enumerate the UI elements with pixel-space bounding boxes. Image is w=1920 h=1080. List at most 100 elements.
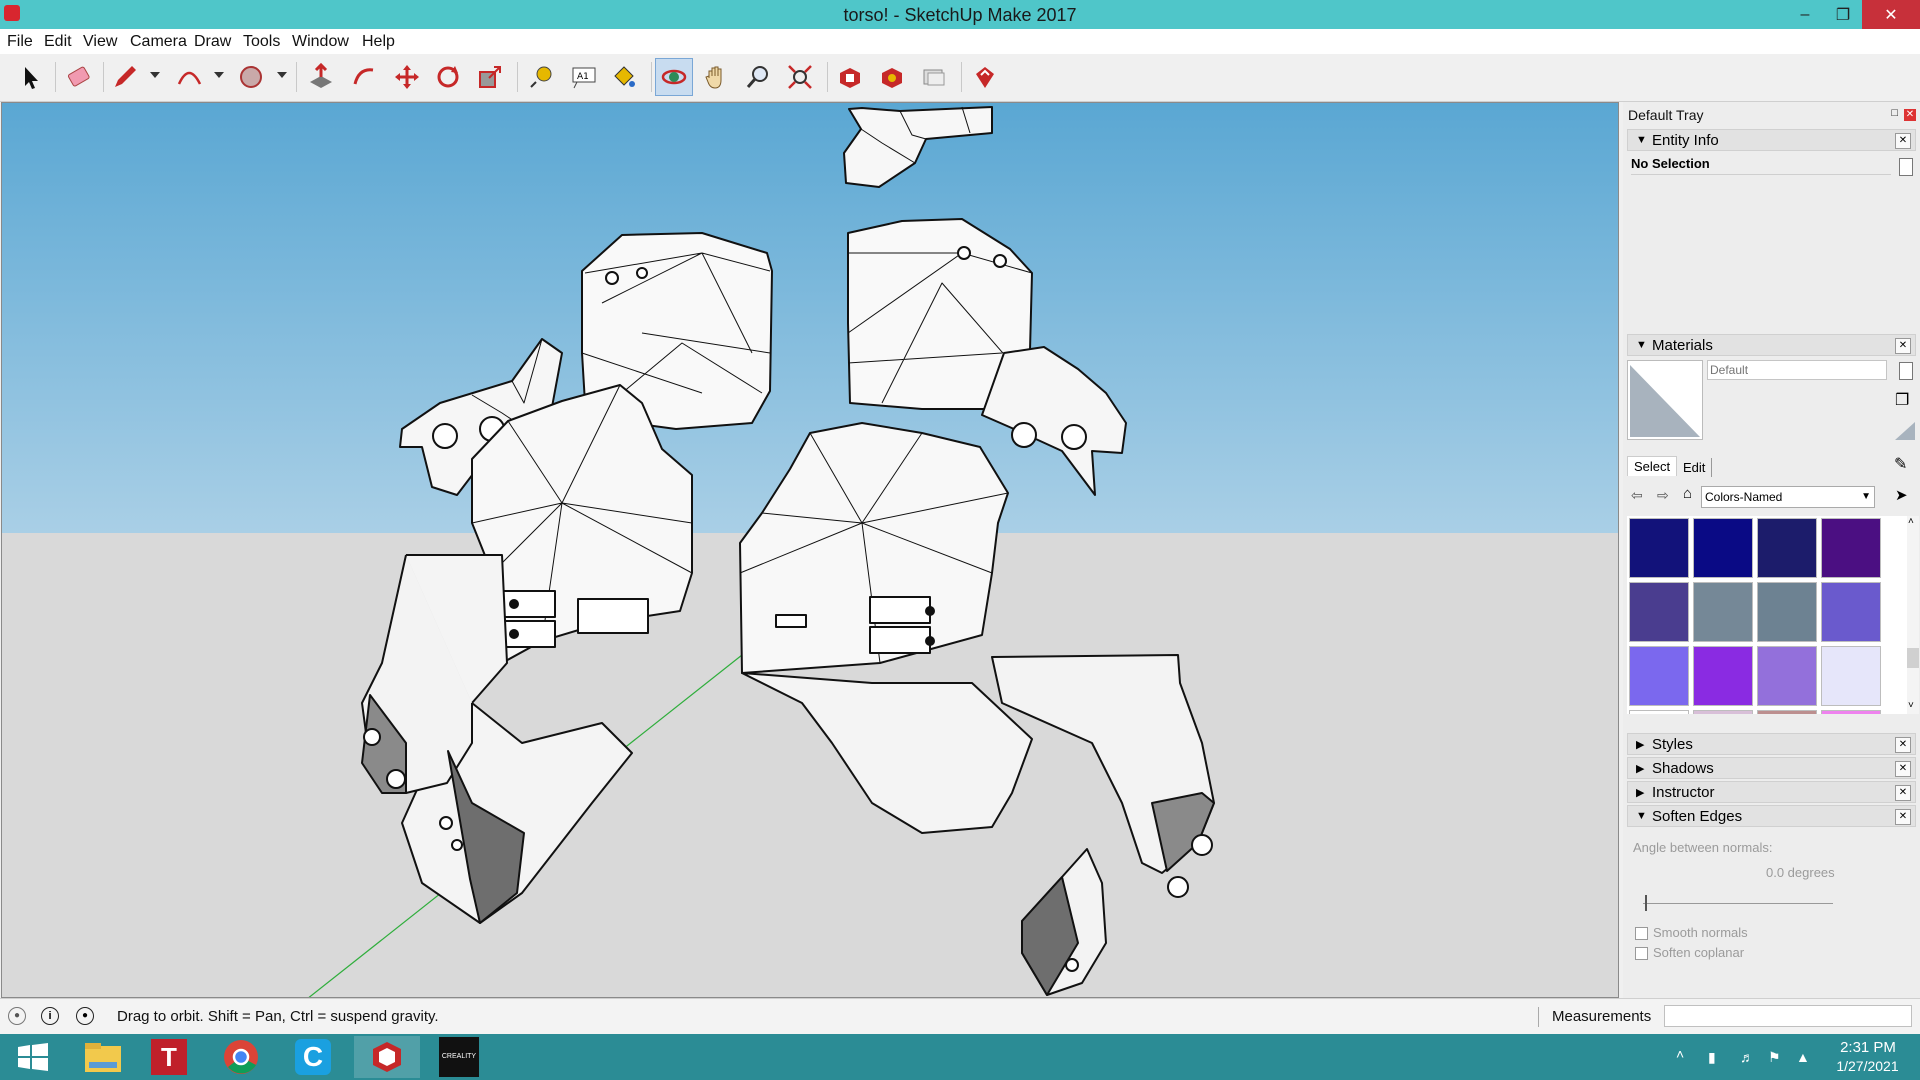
arc-tool-icon[interactable] [170, 58, 208, 96]
menu-window[interactable]: Window [292, 33, 349, 51]
back-arrow-icon[interactable]: ⇦ [1631, 487, 1643, 504]
swatch-9[interactable] [1629, 646, 1689, 706]
details-toggle-icon[interactable] [1899, 362, 1913, 380]
swatch-scrollbar[interactable]: ˄ ˅ [1907, 516, 1919, 714]
entity-info-header[interactable]: ▼ Entity Info ✕ [1627, 129, 1916, 151]
chrome-icon[interactable] [208, 1036, 274, 1078]
extension-warehouse-icon[interactable] [873, 58, 911, 96]
scroll-thumb[interactable] [1907, 648, 1919, 668]
swatch-15[interactable] [1757, 710, 1817, 714]
select-tool-icon[interactable] [11, 58, 49, 96]
orbit-tool-icon[interactable] [655, 58, 693, 96]
torso-model-parts[interactable] [2, 103, 1619, 998]
scroll-down-icon[interactable]: ˅ [1908, 700, 1914, 711]
paint-bucket-tool-icon[interactable] [605, 58, 643, 96]
line-dropdown-icon[interactable] [150, 72, 160, 78]
geo-location-icon[interactable]: ● [8, 1007, 26, 1025]
menu-camera[interactable]: Camera [130, 33, 187, 51]
swatch-11[interactable] [1757, 646, 1817, 706]
extension-manager-icon[interactable] [966, 58, 1004, 96]
angle-slider-track[interactable] [1643, 903, 1833, 904]
home-icon[interactable]: ⌂ [1683, 485, 1692, 502]
eraser-tool-icon[interactable] [60, 58, 98, 96]
swatch-5[interactable] [1629, 582, 1689, 642]
arc-dropdown-icon[interactable] [214, 72, 224, 78]
shadows-header[interactable]: ▶ Shadows ✕ [1627, 757, 1916, 779]
entity-info-close-icon[interactable]: ✕ [1895, 133, 1911, 149]
swatch-1[interactable] [1629, 518, 1689, 578]
clock-date[interactable]: 1/27/2021 [1825, 1058, 1910, 1074]
materials-close-icon[interactable]: ✕ [1895, 338, 1911, 354]
material-name-input[interactable] [1707, 360, 1887, 380]
signal-icon[interactable]: ▲ [1796, 1049, 1812, 1065]
eyedropper-icon[interactable]: ✎ [1894, 454, 1907, 474]
zoom-extents-tool-icon[interactable] [781, 58, 819, 96]
follow-me-tool-icon[interactable] [345, 58, 383, 96]
instructor-header[interactable]: ▶ Instructor ✕ [1627, 781, 1916, 803]
swatch-16[interactable] [1821, 710, 1881, 714]
materials-header[interactable]: ▼ Materials ✕ [1627, 334, 1916, 356]
3d-warehouse-icon[interactable] [831, 58, 869, 96]
swatch-2[interactable] [1693, 518, 1753, 578]
tab-edit[interactable]: Edit [1677, 458, 1713, 477]
swatch-13[interactable] [1629, 710, 1689, 714]
move-tool-icon[interactable] [388, 58, 426, 96]
battery-icon[interactable]: ▮ [1708, 1049, 1724, 1065]
credits-info-icon[interactable]: i [41, 1007, 59, 1025]
soften-edges-header[interactable]: ▼ Soften Edges ✕ [1627, 805, 1916, 827]
library-select[interactable]: Colors-Named ▼ [1701, 486, 1875, 508]
tray-close-icon[interactable]: ✕ [1904, 109, 1916, 121]
push-pull-tool-icon[interactable] [302, 58, 340, 96]
close-button[interactable]: ✕ [1862, 0, 1920, 29]
windows-start-icon[interactable] [0, 1036, 66, 1078]
swatch-14[interactable] [1693, 710, 1753, 714]
forward-arrow-icon[interactable]: ⇨ [1657, 487, 1669, 504]
swatch-10[interactable] [1693, 646, 1753, 706]
text-tool-icon[interactable]: A1 [565, 58, 603, 96]
soften-coplanar-checkbox[interactable] [1635, 947, 1648, 960]
create-material-icon[interactable]: ❐ [1895, 390, 1915, 410]
pin-icon[interactable]: □ [1891, 107, 1898, 119]
file-explorer-icon[interactable] [70, 1036, 136, 1078]
swatch-4[interactable] [1821, 518, 1881, 578]
styles-header[interactable]: ▶ Styles ✕ [1627, 733, 1916, 755]
tab-select[interactable]: Select [1627, 456, 1678, 476]
scroll-up-icon[interactable]: ˄ [1908, 516, 1914, 527]
measurements-input[interactable] [1664, 1005, 1912, 1027]
show-hidden-icons-icon[interactable]: ˄ [1676, 1046, 1692, 1062]
swatch-6[interactable] [1693, 582, 1753, 642]
menu-file[interactable]: File [7, 33, 33, 51]
soften-edges-close-icon[interactable]: ✕ [1895, 809, 1911, 825]
entity-info-toggle-icon[interactable] [1899, 158, 1913, 176]
swatch-7[interactable] [1757, 582, 1817, 642]
volume-icon[interactable]: ♬ [1740, 1049, 1756, 1065]
tape-measure-tool-icon[interactable] [522, 58, 560, 96]
menu-edit[interactable]: Edit [44, 33, 72, 51]
library-details-icon[interactable]: ➤ [1895, 486, 1908, 504]
cura-icon[interactable]: C [280, 1036, 346, 1078]
drawing-viewport[interactable] [1, 102, 1619, 998]
swatch-8[interactable] [1821, 582, 1881, 642]
tinkercad-icon[interactable]: T [136, 1036, 202, 1078]
pencil-line-tool-icon[interactable] [106, 58, 144, 96]
shadows-close-icon[interactable]: ✕ [1895, 761, 1911, 777]
menu-tools[interactable]: Tools [243, 33, 280, 51]
creality-slicer-icon[interactable]: CREALITY [426, 1036, 492, 1078]
sample-paint-icon[interactable] [1893, 420, 1917, 442]
menu-view[interactable]: View [83, 33, 117, 51]
maximize-button[interactable]: ❐ [1820, 0, 1866, 29]
rotate-tool-icon[interactable] [429, 58, 467, 96]
shape-circle-tool-icon[interactable] [232, 58, 270, 96]
user-account-icon[interactable]: ● [76, 1007, 94, 1025]
angle-slider-thumb[interactable] [1645, 895, 1647, 911]
clock-time[interactable]: 2:31 PM [1833, 1039, 1903, 1056]
swatch-3[interactable] [1757, 518, 1817, 578]
layout-send-icon[interactable] [915, 58, 953, 96]
network-flag-icon[interactable]: ⚑ [1768, 1049, 1784, 1065]
styles-close-icon[interactable]: ✕ [1895, 737, 1911, 753]
instructor-close-icon[interactable]: ✕ [1895, 785, 1911, 801]
zoom-tool-icon[interactable] [739, 58, 777, 96]
menu-help[interactable]: Help [362, 33, 395, 51]
smooth-normals-checkbox[interactable] [1635, 927, 1648, 940]
swatch-12[interactable] [1821, 646, 1881, 706]
